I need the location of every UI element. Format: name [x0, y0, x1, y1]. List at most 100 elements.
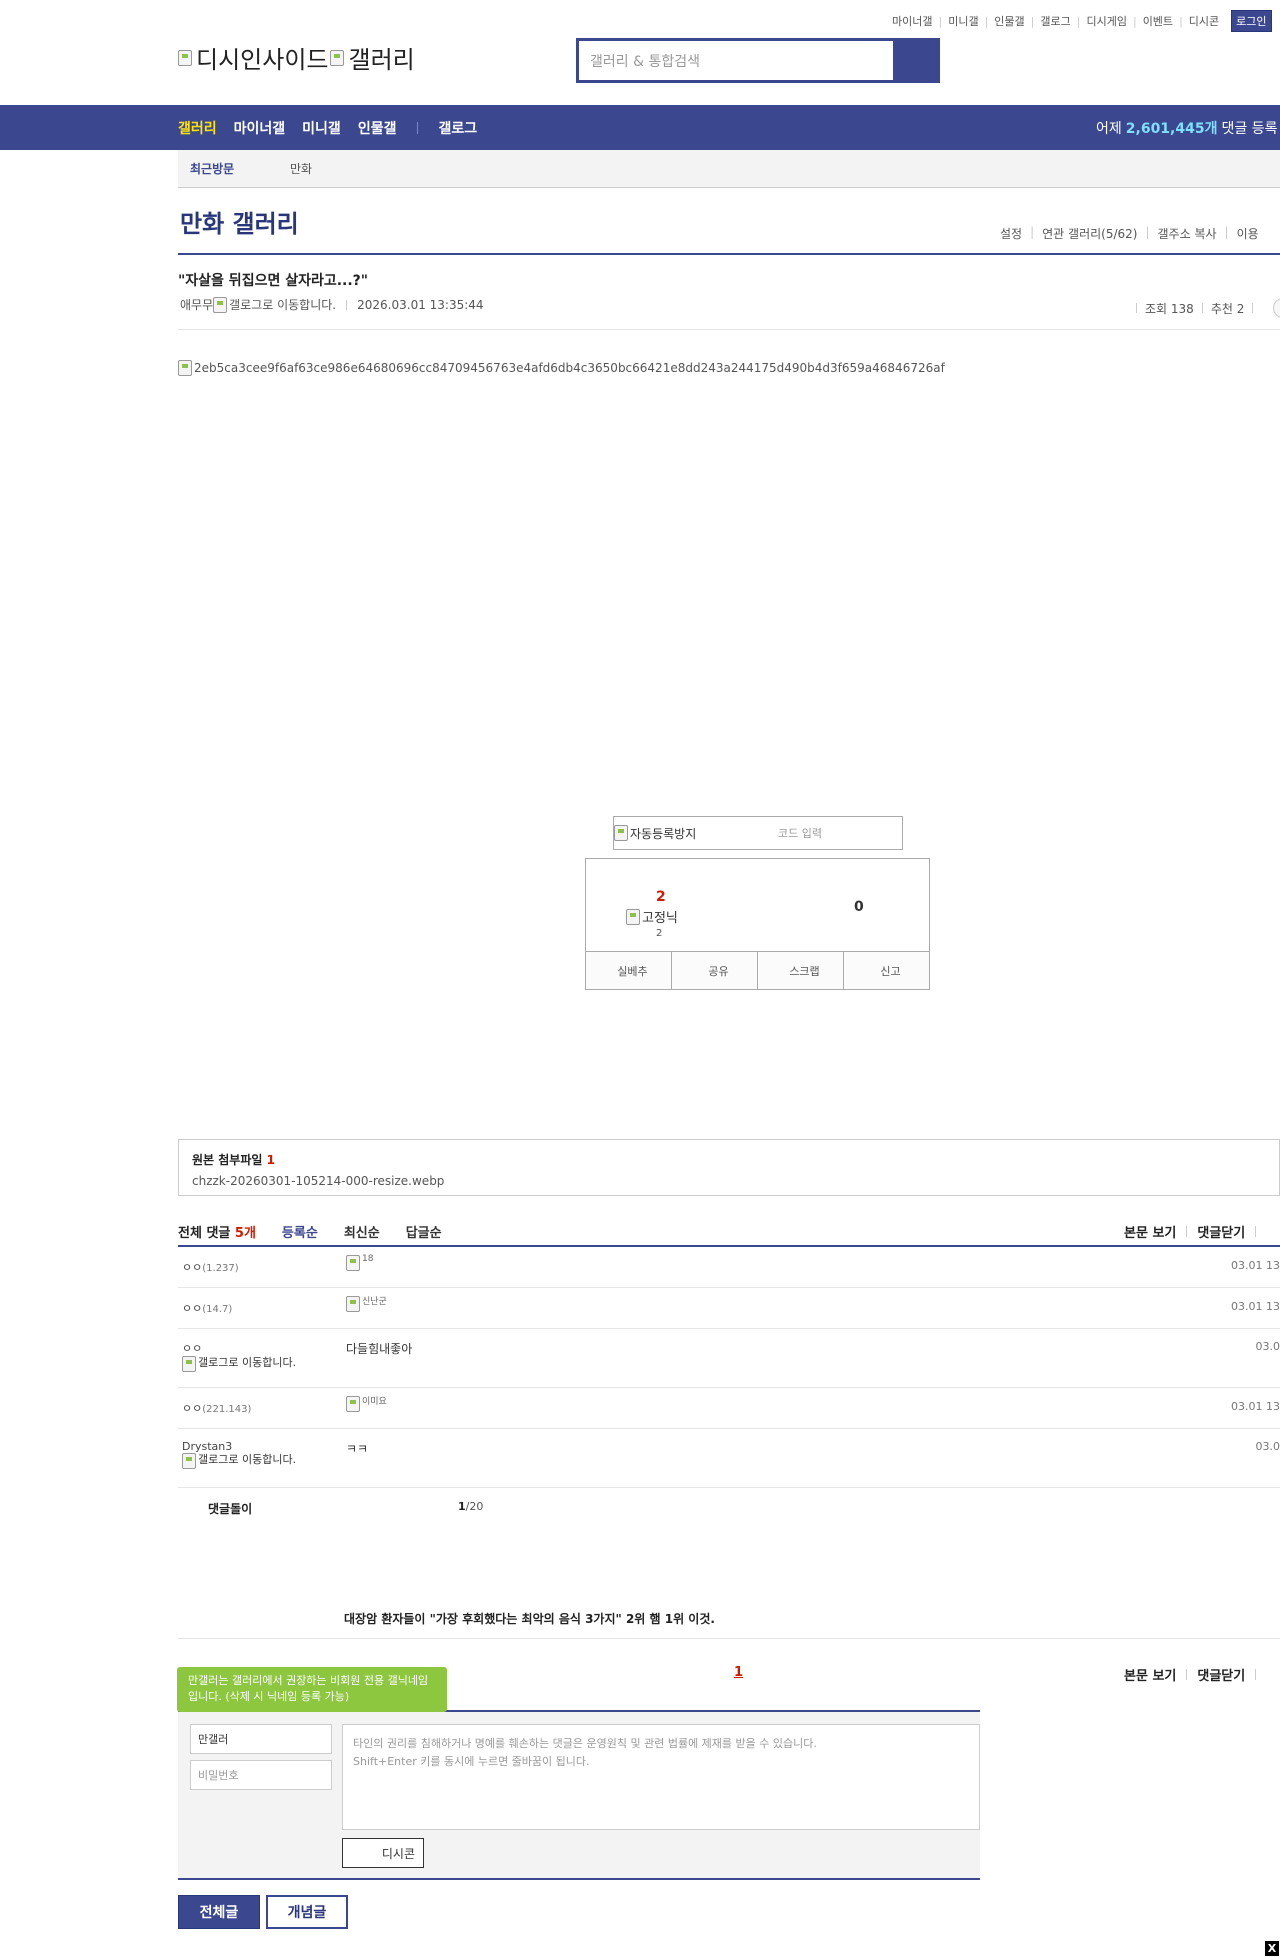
util-link-dccon[interactable]: 디시콘 [1189, 13, 1219, 29]
util-link-minor[interactable]: 마이너갤 [892, 13, 932, 29]
real-best-button[interactable]: 실베추 [586, 952, 672, 989]
comment-row: ㅇㅇ(221.143) 이미요 03.01 13 [178, 1388, 1280, 1429]
gallery-title[interactable]: 만화 갤러리 [180, 204, 299, 239]
scrap-button[interactable]: 스크랩 [758, 952, 844, 989]
comment-nick[interactable]: Drystan3 갤로그로 이동합니다. [182, 1440, 318, 1469]
recommend-action-buttons: 실베추 공유 스크랩 신고 [586, 951, 929, 989]
gallery-settings-link[interactable]: 설정 [1000, 225, 1022, 242]
section-divider [178, 1638, 1280, 1639]
util-link-person[interactable]: 인물갤 [994, 13, 1024, 29]
comment-nick-text: Drystan3 [182, 1440, 233, 1453]
comment-nick[interactable]: ㅇㅇ(221.143) [182, 1400, 251, 1416]
comment-nick[interactable]: ㅇㅇ(14.7) [182, 1300, 232, 1316]
daily-comment-count: 어제 2,601,445개 댓글 등록 [1096, 105, 1277, 150]
best-posts-button[interactable]: 개념글 [266, 1895, 348, 1929]
gallog-alt-text: 갤로그로 이동합니다. [198, 1356, 297, 1369]
top-util-links: 마이너갤 | 미니갤 | 인물갤 | 갤로그 | 디시게임 | 이벤트 | 디시콘 로그인 [892, 10, 1272, 32]
count-value: 2,601,445개 [1125, 120, 1218, 137]
action-divider [1255, 1226, 1257, 1237]
search-input[interactable]: 갤러리 & 통합검색 [579, 41, 893, 80]
search-button[interactable] [893, 41, 937, 80]
attachment-title: 원본 첨부파일 1 [192, 1151, 1266, 1168]
textarea-hint-1: 타인의 권리를 침해하거나 명예를 훼손하는 댓글은 운영원칙 및 관련 법률에… [353, 1737, 817, 1750]
title-divider [178, 253, 1280, 255]
gallog-icon[interactable] [213, 296, 228, 313]
broken-image-icon [330, 49, 345, 66]
comment-page-current[interactable]: 1 [458, 1500, 466, 1513]
view-post-button[interactable]: 본문 보기 [1124, 1222, 1176, 1241]
dccon-button[interactable]: 디시콘 [342, 1838, 424, 1868]
close-icon[interactable]: X [1265, 1941, 1279, 1956]
post-stats: 조회 138 추천 2 [1128, 298, 1280, 318]
report-button[interactable]: 신고 [844, 952, 929, 989]
comment-write-form: 만갤러 비밀번호 타인의 권리를 침해하거나 명예를 훼손하는 댓글은 운영원칙… [178, 1712, 980, 1878]
comment-page-total: /20 [465, 1500, 484, 1513]
broken-image-icon [346, 1296, 360, 1312]
view-post-button[interactable]: 본문 보기 [1124, 1665, 1176, 1684]
recent-visits-label[interactable]: 최근방문 [190, 160, 290, 177]
gallog-link[interactable]: 갤로그로 이동합니다. [182, 1356, 318, 1372]
comment-page-link[interactable]: 1 [734, 1665, 743, 1680]
broken-image-icon [614, 825, 628, 841]
captcha-image: 자동등록방지 [614, 825, 754, 842]
comment-nick-text: ㅇㅇ [182, 1302, 203, 1315]
post-views: 조회 138 [1145, 301, 1194, 316]
sort-by-reply-tab[interactable]: 답글순 [406, 1222, 442, 1241]
login-button[interactable]: 로그인 [1231, 10, 1272, 32]
nav-divider [417, 121, 419, 134]
password-field[interactable]: 비밀번호 [190, 1760, 332, 1790]
copy-gallery-url-link[interactable]: 갤주소 복사 [1158, 225, 1217, 242]
comment-ip: (1.237) [202, 1263, 239, 1274]
all-posts-button[interactable]: 전체글 [178, 1895, 260, 1929]
nav-gallog[interactable]: 갤로그 [438, 118, 477, 138]
comment-textarea[interactable]: 타인의 권리를 침해하거나 명예를 훼손하는 댓글은 운영원칙 및 관련 법률에… [342, 1724, 980, 1830]
nav-person[interactable]: 인물갤 [358, 118, 397, 138]
comment-dccon: 18 [346, 1254, 374, 1271]
close-comments-button[interactable]: 댓글닫기 [1197, 1665, 1245, 1684]
more-options-icon[interactable] [1273, 298, 1280, 318]
comment-pagination: 1/20 [458, 1500, 483, 1513]
stat-divider [1136, 303, 1137, 313]
comment-ip: (221.143) [202, 1404, 252, 1415]
related-post-link[interactable]: 대장암 환자들이 "가장 후회했다는 최악의 음식 3가지" 2위 햄 1위 이… [344, 1610, 715, 1627]
recent-visit-item[interactable]: 만화 [290, 160, 312, 177]
comment-dccon: 신난군 [346, 1296, 387, 1312]
comment-nick-text: ㅇㅇ [182, 1402, 203, 1415]
post-date: 2026.03.01 13:35:44 [357, 297, 484, 312]
action-divider [1186, 1669, 1188, 1680]
util-link-gallog[interactable]: 갤로그 [1040, 13, 1070, 29]
gallog-link[interactable]: 갤로그로 이동합니다. [182, 1453, 318, 1469]
comment-nick[interactable]: ㅇㅇ 갤로그로 이동합니다. [182, 1340, 318, 1372]
post-author[interactable]: 애무무 [180, 296, 213, 313]
comment-date: 03.0 [1255, 1340, 1280, 1353]
sort-by-register-tab[interactable]: 등록순 [282, 1222, 318, 1241]
nickname-field[interactable]: 만갤러 [190, 1724, 332, 1754]
action-divider [1255, 1669, 1257, 1680]
comment-dccon-alt: 18 [362, 1254, 374, 1264]
count-suffix: 댓글 등록 [1221, 120, 1278, 137]
util-link-mini[interactable]: 미니갤 [948, 13, 978, 29]
attachment-box: 원본 첨부파일 1 chzzk-20260301-105214-000-resi… [178, 1139, 1280, 1196]
related-gallery-link[interactable]: 연관 갤러리(5/62) [1042, 225, 1137, 242]
util-link-event[interactable]: 이벤트 [1143, 13, 1173, 29]
gallog-alt-text[interactable]: 갤로그로 이동합니다. [229, 296, 336, 313]
nav-mini[interactable]: 미니갤 [302, 118, 341, 138]
comment-header: 전체 댓글 5개 등록순 최신순 답글순 [178, 1222, 442, 1241]
usage-link[interactable]: 이용 [1237, 225, 1259, 242]
logo-text-dcinside: 디시인사이드 [196, 46, 329, 74]
captcha-input[interactable]: 코드 입력 [778, 825, 822, 841]
close-comments-button[interactable]: 댓글닫기 [1197, 1222, 1245, 1241]
comment-date: 03.01 13 [1231, 1400, 1280, 1413]
util-link-game[interactable]: 디시게임 [1086, 13, 1126, 29]
share-button[interactable]: 공유 [672, 952, 758, 989]
attachment-file-link[interactable]: chzzk-20260301-105214-000-resize.webp [192, 1174, 1266, 1188]
broken-image-icon [626, 908, 640, 925]
attachment-label: 원본 첨부파일 [192, 1153, 263, 1167]
nav-minor[interactable]: 마이너갤 [234, 118, 286, 138]
post-recommend: 추천 2 [1210, 301, 1245, 316]
sort-by-latest-tab[interactable]: 최신순 [344, 1222, 380, 1241]
comment-nick[interactable]: ㅇㅇ(1.237) [182, 1259, 239, 1275]
site-logo[interactable]: 디시인사이드 갤러리 [178, 40, 415, 75]
broken-image-icon [346, 1255, 360, 1271]
nav-gallery[interactable]: 갤러리 [178, 118, 217, 138]
